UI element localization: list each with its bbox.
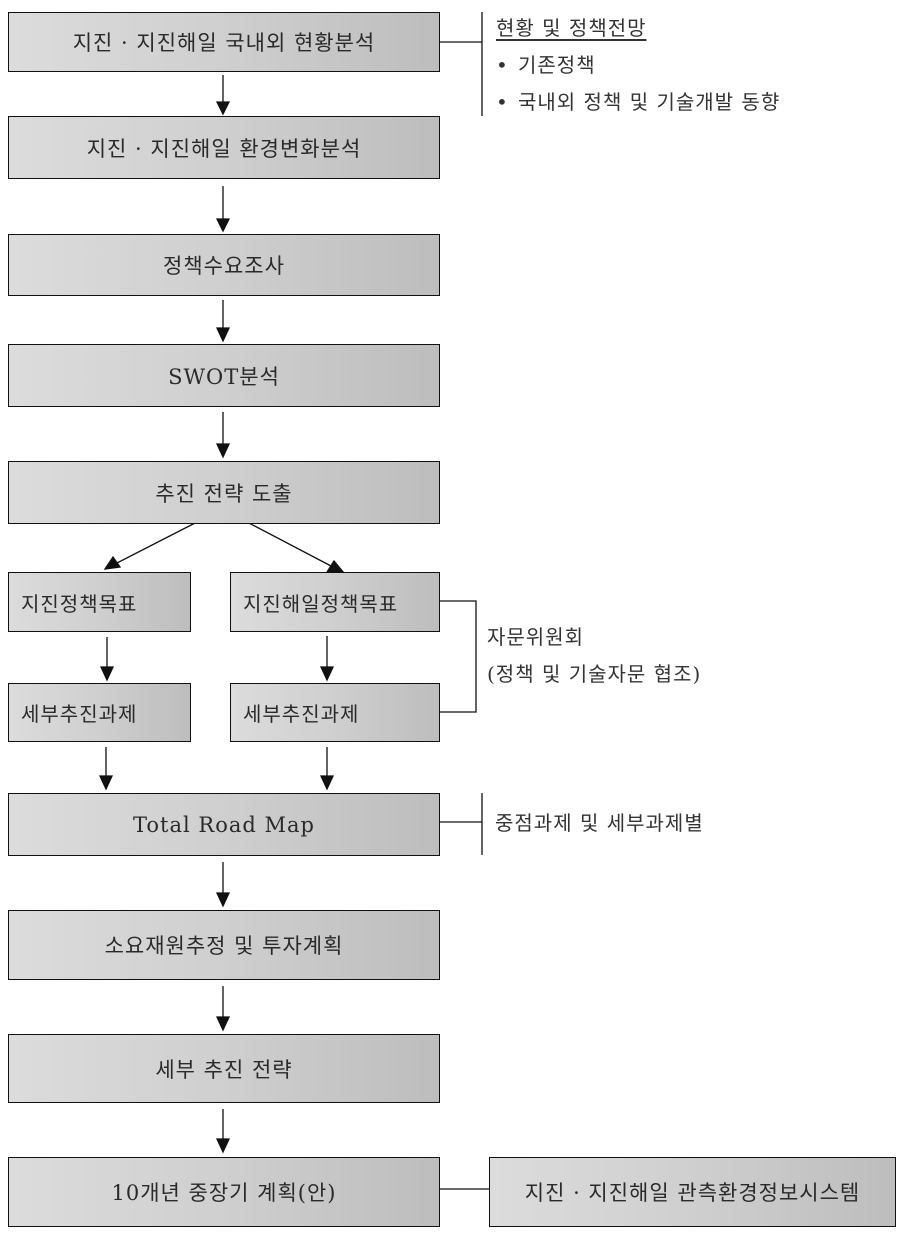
advisory-committee-subtitle: (정책 및 기술자문 협조) <box>487 662 702 686</box>
connector-advisory-bracket <box>439 600 477 713</box>
observation-info-system-box: 지진 · 지진해일 관측환경정보시스템 <box>489 1157 896 1227</box>
arrow-environment-to-demand <box>215 186 231 233</box>
step-detailed-strategy: 세부 추진 전략 <box>8 1034 440 1103</box>
status-annotation: 현황 및 정책전망 • 기존정책 • 국내외 정책 및 기술개발 동향 <box>496 10 780 121</box>
connector-roadmap-annotation <box>439 793 483 855</box>
roadmap-annotation-text: 중점과제 및 세부과제별 <box>495 811 704 835</box>
advisory-committee-title: 자문위원회 <box>487 625 584 649</box>
earthquake-policy-goal: 지진정책목표 <box>8 572 191 632</box>
arrow-roadmap-to-funding <box>215 862 231 908</box>
arrow-earthquake-tasks-to-roadmap <box>98 747 114 791</box>
arrow-status-to-environment <box>215 75 231 116</box>
arrow-tsunami-tasks-to-roadmap <box>319 747 335 791</box>
status-item-trends: 국내외 정책 및 기술개발 동향 <box>518 90 781 114</box>
step-ten-year-plan: 10개년 중장기 계획(안) <box>8 1157 440 1227</box>
tsunami-policy-goal: 지진해일정책목표 <box>230 572 440 632</box>
roadmap-annotation: 중점과제 및 세부과제별 <box>495 805 704 842</box>
arrow-swot-to-strategy <box>215 412 231 459</box>
arrow-earthquake-goal-to-tasks <box>99 637 115 682</box>
status-annotation-heading: 현황 및 정책전망 <box>496 16 647 40</box>
connector-status-annotation <box>439 12 483 116</box>
advisory-committee-annotation: 자문위원회 (정책 및 기술자문 협조) <box>487 619 701 693</box>
status-item-existing-policy: 기존정책 <box>518 53 596 77</box>
arrow-demand-to-swot <box>215 300 231 343</box>
bullet-icon: • <box>496 90 509 114</box>
step-swot-analysis: SWOT분석 <box>8 344 440 407</box>
step-strategy-derivation: 추진 전략 도출 <box>8 461 440 524</box>
step-environment-analysis: 지진 · 지진해일 환경변화분석 <box>8 116 440 179</box>
bullet-icon: • <box>496 53 509 77</box>
arrow-strategy-to-earthquake-goal <box>103 521 198 570</box>
step-total-road-map: Total Road Map <box>8 793 440 856</box>
step-status-analysis: 지진 · 지진해일 국내외 현황분석 <box>8 12 440 72</box>
arrow-strategy-to-tsunami-goal <box>246 521 346 574</box>
status-annotation-item: • 국내외 정책 및 기술개발 동향 <box>496 84 780 121</box>
arrow-tsunami-goal-to-tasks <box>319 636 335 682</box>
step-funding-plan: 소요재원추정 및 투자계획 <box>8 910 440 980</box>
arrow-funding-to-detailed <box>215 986 231 1032</box>
earthquake-detailed-tasks: 세부추진과제 <box>8 683 191 742</box>
status-annotation-item: • 기존정책 <box>496 47 780 84</box>
tsunami-detailed-tasks: 세부추진과제 <box>230 683 440 742</box>
arrow-detailed-to-ten-year <box>215 1109 231 1154</box>
step-policy-demand-survey: 정책수요조사 <box>8 234 440 296</box>
